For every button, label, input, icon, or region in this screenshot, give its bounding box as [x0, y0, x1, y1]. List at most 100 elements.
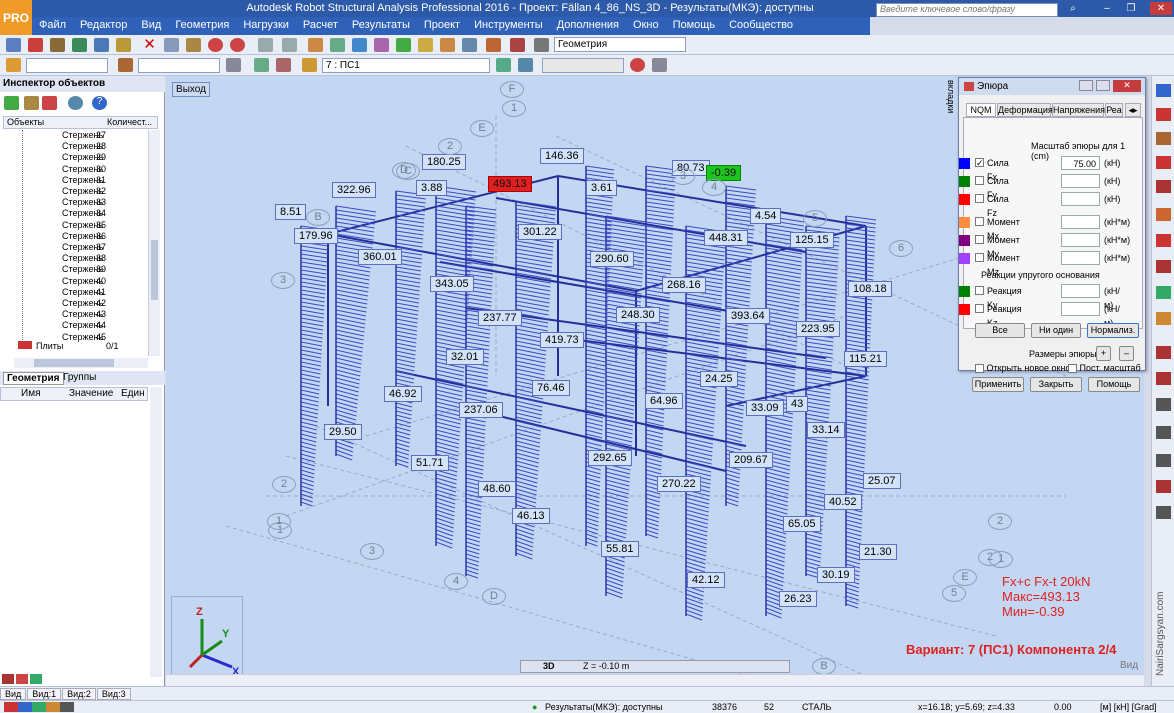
grid-tool-icon[interactable]	[1156, 426, 1171, 439]
case-prev-icon[interactable]	[496, 58, 511, 72]
display-icon[interactable]	[630, 58, 645, 72]
exit-button[interactable]: Выход	[172, 82, 210, 97]
filter-icon[interactable]	[24, 96, 39, 110]
help-icon[interactable]: ?	[92, 96, 107, 110]
tree-item-bar[interactable]: Стержень 37	[30, 242, 106, 253]
tool-icon[interactable]	[16, 674, 28, 684]
filter-icon[interactable]	[226, 58, 241, 72]
load-tool-icon[interactable]	[1156, 286, 1171, 299]
tool-icon[interactable]	[2, 674, 14, 684]
tree-item-bar[interactable]: Стержень 28	[30, 141, 106, 152]
tree-item-bar[interactable]: Стержень 35	[30, 220, 106, 231]
bar-icon[interactable]	[118, 58, 133, 72]
color-swatch[interactable]	[959, 194, 970, 205]
view-tab-2[interactable]: Вид:2	[62, 688, 96, 700]
menu-edit[interactable]: Редактор	[73, 17, 134, 33]
dialog-close-icon[interactable]: ✕	[1113, 80, 1141, 92]
design-icon[interactable]	[1156, 480, 1171, 493]
tab-stresses[interactable]: Напряжения	[1052, 103, 1105, 117]
const-scale-checkbox[interactable]: Пост. масштаб	[1068, 363, 1141, 374]
color-swatch[interactable]	[959, 235, 970, 246]
menu-addons[interactable]: Дополнения	[550, 17, 626, 33]
apply-button[interactable]: Применить	[972, 377, 1024, 392]
tree-item-bar[interactable]: Стержень 32	[30, 186, 106, 197]
tree-item-bar[interactable]: Стержень 40	[30, 276, 106, 287]
view-tab[interactable]: Вид	[0, 688, 27, 700]
color-swatch[interactable]	[959, 286, 970, 297]
tree-item-bar[interactable]: Стержень 31	[30, 175, 106, 186]
scale-input[interactable]	[1061, 251, 1100, 265]
select-icon[interactable]	[352, 38, 367, 52]
tree-item-bar[interactable]: Стержень 27	[30, 130, 106, 141]
profile-icon[interactable]	[1156, 234, 1171, 247]
supports-icon[interactable]	[440, 38, 455, 52]
tree-item-bar[interactable]: Стержень 42	[30, 298, 106, 309]
capture-icon[interactable]	[116, 38, 131, 52]
component-checkbox[interactable]	[975, 194, 984, 203]
dialog-restore-button[interactable]	[1096, 80, 1110, 91]
z-level[interactable]: Z = -0.10 m	[583, 661, 629, 671]
node-combo[interactable]	[26, 58, 108, 73]
color-swatch[interactable]	[959, 304, 970, 315]
none-button[interactable]: Ни один	[1031, 323, 1081, 338]
reaction-input[interactable]	[1061, 302, 1100, 316]
paste-icon[interactable]	[186, 38, 201, 52]
close-button[interactable]: ✕	[1150, 2, 1172, 15]
component-checkbox[interactable]: ✓	[975, 158, 984, 168]
steel-icon[interactable]	[1156, 506, 1171, 519]
color-swatch[interactable]	[959, 176, 970, 187]
tree-item-bar[interactable]: Стержень 34	[30, 208, 106, 219]
normalize-button[interactable]: Нормализ.	[1087, 323, 1139, 338]
mode-combo[interactable]	[542, 58, 624, 73]
scale-input[interactable]	[1061, 174, 1100, 188]
menu-file[interactable]: Файл	[32, 17, 73, 33]
component-checkbox[interactable]	[975, 235, 984, 244]
zoom-icon[interactable]	[330, 38, 345, 52]
undo-icon[interactable]	[208, 38, 223, 52]
tab-nqm[interactable]: NQM	[966, 103, 996, 117]
side-tab[interactable]: вкладки	[944, 80, 956, 130]
table-icon[interactable]	[258, 38, 273, 52]
node-tool-icon[interactable]	[1156, 108, 1171, 121]
find-icon[interactable]	[68, 96, 83, 110]
support-tool-icon[interactable]	[1156, 156, 1171, 169]
save-icon[interactable]	[28, 38, 43, 52]
component-checkbox[interactable]	[975, 176, 984, 185]
menu-loads[interactable]: Нагрузки	[236, 17, 296, 33]
case-next-icon[interactable]	[518, 58, 533, 72]
tab-scroll[interactable]: ◂▸	[1125, 103, 1141, 117]
menu-project[interactable]: Проект	[417, 17, 467, 33]
scale-input[interactable]	[1061, 192, 1100, 206]
case-combo[interactable]: 7 : ПС1	[322, 58, 490, 73]
menu-geometry[interactable]: Геометрия	[168, 17, 236, 33]
search-icon[interactable]: ⌕	[1066, 2, 1080, 15]
clear-filter-icon[interactable]	[42, 96, 57, 110]
layout-combo[interactable]: Геометрия	[554, 37, 686, 52]
results-tool-icon[interactable]	[1156, 372, 1171, 385]
view-mode[interactable]: 3D	[543, 661, 555, 671]
table-tool-icon[interactable]	[1156, 398, 1171, 411]
property-scrollbar[interactable]	[150, 387, 162, 677]
open-icon[interactable]	[72, 38, 87, 52]
tree-hscrollbar[interactable]	[14, 358, 148, 368]
color-swatch[interactable]	[959, 253, 970, 264]
preview-icon[interactable]	[94, 38, 109, 52]
tab-reactions[interactable]: Реа	[1105, 103, 1123, 117]
tree-item-bar[interactable]: Стержень 43	[30, 309, 106, 320]
help-button[interactable]: Помощь	[1088, 377, 1140, 392]
menu-results[interactable]: Результаты	[345, 17, 417, 33]
tree-item-bar[interactable]: Стержень 44	[30, 320, 106, 331]
redo-icon[interactable]	[230, 38, 245, 52]
tree-icon[interactable]	[4, 96, 19, 110]
member-tool-icon[interactable]	[1156, 180, 1171, 193]
view-icon[interactable]	[254, 58, 269, 72]
home-icon[interactable]	[1156, 84, 1171, 97]
bar-combo[interactable]	[138, 58, 220, 73]
tab-deformation[interactable]: Деформация	[997, 103, 1053, 117]
menu-analysis[interactable]: Расчет	[296, 17, 345, 33]
tool-icon[interactable]	[30, 674, 42, 684]
material-status[interactable]: СТАЛЬ	[802, 702, 831, 712]
layout-icon[interactable]	[534, 38, 549, 52]
tree-item-plates[interactable]: Плиты 0/1	[18, 341, 119, 351]
search-input[interactable]: Введите ключевое слово/фразу	[876, 3, 1058, 17]
